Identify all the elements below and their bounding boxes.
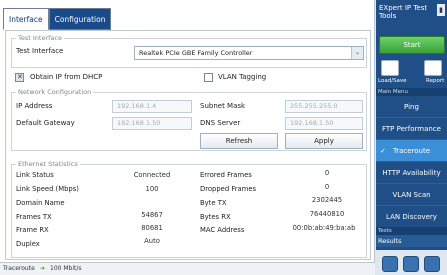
stat-value: 0 bbox=[324, 169, 330, 177]
tab-bar: Interface Configuration bbox=[3, 8, 112, 30]
menu-item-traceroute-label: Traceroute bbox=[392, 147, 431, 155]
stat-value: 2302445 bbox=[311, 196, 343, 204]
vlan-label: VLAN Tagging bbox=[218, 73, 267, 81]
status-bar: Traceroute ➔ 100 Mbit/s bbox=[0, 262, 375, 275]
stat-label: Bytes RX bbox=[200, 213, 231, 221]
sidebar-handle-icon[interactable]: ▮ bbox=[437, 4, 445, 16]
dns-server-field[interactable]: 192.168.1.50 bbox=[285, 117, 363, 130]
menu-item-lan-discovery[interactable]: LAN Discovery bbox=[376, 206, 447, 228]
ip-address-label: IP Address bbox=[16, 102, 53, 110]
results-item[interactable]: Results bbox=[376, 235, 447, 247]
stat-value: 54867 bbox=[141, 211, 163, 219]
stat-label: Duplex bbox=[16, 240, 40, 248]
menu-item-ftp-performance[interactable]: FTP Performance bbox=[376, 118, 447, 140]
menu-item-http-availability[interactable]: HTTP Availability bbox=[376, 162, 447, 184]
stat-label: Errored Frames bbox=[200, 171, 252, 179]
tab-configuration[interactable]: Configuration bbox=[48, 8, 112, 30]
stat-label: Link Status bbox=[16, 171, 54, 179]
sidebar-title: EXpert IP Test Tools bbox=[379, 4, 428, 20]
refresh-button[interactable]: Refresh bbox=[200, 133, 278, 149]
test-interface-value: Realtek PCIe GBE Family Controller bbox=[139, 49, 253, 57]
ethernet-stats-group-title: Ethernet Statistics bbox=[16, 160, 80, 168]
stat-value: 00:0b:ab:49:ba:ab bbox=[292, 224, 356, 232]
link-arrow-icon: ➔ bbox=[40, 265, 46, 272]
stat-value: 76440810 bbox=[309, 210, 345, 218]
stat-label: MAC Address bbox=[200, 226, 245, 234]
apply-button[interactable]: Apply bbox=[285, 133, 363, 149]
test-tools-sidebar: EXpert IP Test Tools ▮ Start Load/Save R… bbox=[376, 0, 447, 275]
bottom-toolbar bbox=[376, 250, 447, 275]
subnet-mask-label: Subnet Mask bbox=[200, 102, 246, 110]
test-interface-group: Test Interface Test Interface Realtek PC… bbox=[11, 34, 367, 68]
tests-header: Tests bbox=[376, 227, 447, 235]
camera-icon[interactable] bbox=[403, 256, 419, 272]
tab-interface[interactable]: Interface bbox=[3, 8, 49, 30]
stat-label: Dropped Frames bbox=[200, 185, 257, 193]
main-panel: Interface Configuration Test Interface T… bbox=[0, 0, 375, 275]
stat-label: Byte TX bbox=[200, 199, 227, 207]
menu-item-ping[interactable]: Ping bbox=[376, 96, 447, 118]
menu-item-traceroute[interactable]: ✓ Traceroute bbox=[376, 140, 447, 162]
ethernet-stats-group: Ethernet Statistics Link Status Connecte… bbox=[11, 160, 367, 258]
power-icon[interactable] bbox=[382, 256, 398, 272]
start-button[interactable]: Start bbox=[379, 36, 445, 54]
menu-item-vlan-scan[interactable]: VLAN Scan bbox=[376, 184, 447, 206]
dhcp-label: Obtain IP from DHCP bbox=[30, 73, 103, 81]
stat-label: Domain Name bbox=[16, 199, 65, 207]
report-icon[interactable] bbox=[424, 60, 442, 76]
chevron-down-icon[interactable]: ⌄ bbox=[351, 47, 363, 59]
main-menu-header: Main Menu bbox=[376, 88, 447, 96]
status-link-speed: 100 Mbit/s bbox=[50, 265, 82, 272]
test-interface-group-title: Test Interface bbox=[16, 34, 64, 42]
default-gateway-field[interactable]: 192.168.1.50 bbox=[112, 117, 192, 130]
subnet-mask-field[interactable]: 255.255.255.0 bbox=[285, 100, 363, 113]
stat-value: Connected bbox=[133, 171, 171, 179]
stat-label: Frames TX bbox=[16, 213, 52, 221]
stat-label: Link Speed (Mbps) bbox=[16, 185, 79, 193]
stat-label: Frame RX bbox=[16, 226, 49, 234]
stat-value: 100 bbox=[145, 185, 159, 193]
default-gateway-label: Default Gateway bbox=[16, 119, 75, 127]
check-icon: ✓ bbox=[380, 147, 386, 155]
stat-value: 80681 bbox=[141, 224, 163, 232]
status-test-name: Traceroute bbox=[3, 265, 35, 272]
test-interface-label: Test Interface bbox=[16, 47, 64, 55]
save-icon[interactable] bbox=[381, 60, 399, 76]
dns-server-label: DNS Server bbox=[200, 119, 241, 127]
test-interface-select[interactable]: Realtek PCIe GBE Family Controller ⌄ bbox=[134, 46, 364, 60]
interface-content: Test Interface Test Interface Realtek PC… bbox=[5, 30, 371, 260]
ip-address-field[interactable]: 192.168.1.4 bbox=[112, 100, 192, 113]
dhcp-checkbox[interactable] bbox=[15, 73, 24, 82]
load-save-label: Load/Save bbox=[378, 78, 407, 84]
network-config-group: Network Configuration IP Address 192.168… bbox=[11, 88, 367, 151]
stat-value: Auto bbox=[144, 237, 160, 245]
network-config-group-title: Network Configuration bbox=[16, 88, 94, 96]
vlan-checkbox[interactable] bbox=[204, 73, 213, 82]
report-label: Report bbox=[426, 78, 445, 84]
window-icon[interactable] bbox=[424, 256, 440, 272]
stat-value: 0 bbox=[324, 183, 330, 191]
